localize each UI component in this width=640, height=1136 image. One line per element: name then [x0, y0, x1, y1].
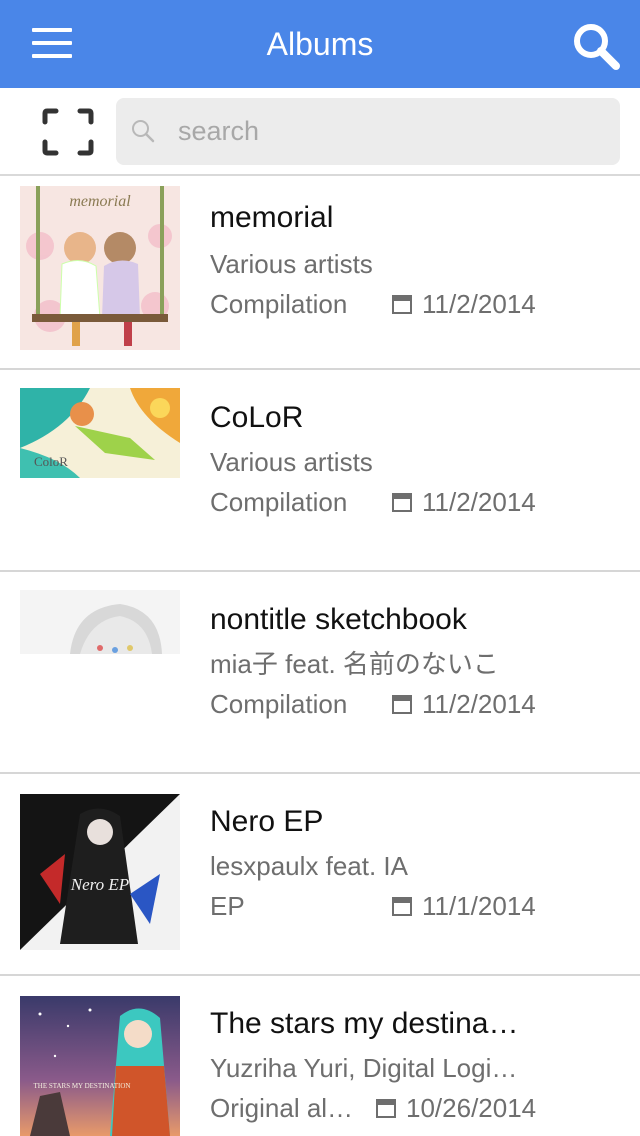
album-title: CoLoR: [210, 401, 304, 434]
album-row-the-stars-my-destination[interactable]: THE STARS MY DESTINATION The stars my de…: [0, 976, 640, 1136]
album-type: Compilation: [210, 487, 348, 517]
album-artist: Various artists: [210, 249, 373, 279]
album-cover-nero-ep: Nero EP: [20, 794, 180, 950]
search-input[interactable]: [178, 98, 598, 165]
album-type: Compilation: [210, 689, 348, 719]
album-artist: Various artists: [210, 447, 373, 477]
album-title: nontitle sketchbook: [210, 603, 467, 636]
album-date: 11/2/2014: [392, 688, 536, 720]
album-date-text: 11/2/2014: [422, 289, 536, 319]
cover-text: THE STARS MY DESTINATION: [34, 1082, 131, 1090]
search-icon[interactable]: [570, 20, 622, 72]
cover-text: Nero EP: [70, 875, 129, 894]
album-date: 11/1/2014: [392, 890, 536, 922]
album-type: Compilation: [210, 289, 348, 319]
scan-frame-icon[interactable]: [42, 108, 94, 156]
album-date: 10/26/2014: [376, 1092, 536, 1124]
search-bar: [0, 88, 640, 176]
album-row-memorial[interactable]: memorial memorial Various artists Compil…: [0, 176, 640, 370]
album-cover-memorial: memorial: [20, 186, 180, 350]
album-date-text: 11/2/2014: [422, 487, 536, 517]
album-cover-color: ColoR: [20, 388, 180, 478]
album-title: The stars my destina…: [210, 1007, 519, 1040]
calendar-icon: [392, 295, 412, 314]
navigation-bar: Albums: [0, 0, 640, 88]
search-field[interactable]: [116, 98, 620, 165]
calendar-icon: [392, 695, 412, 714]
album-type: Original al…: [210, 1093, 354, 1123]
album-list: memorial memorial Various artists Compil…: [0, 176, 640, 1136]
calendar-icon: [392, 493, 412, 512]
album-row-nontitle-sketchbook[interactable]: nontitle sketchbook mia子 feat. 名前のないこ Co…: [0, 572, 640, 774]
album-artist: lesxpaulx feat. IA: [210, 851, 408, 881]
album-row-nero-ep[interactable]: Nero EP Nero EP lesxpaulx feat. IA EP 11…: [0, 774, 640, 976]
album-date-text: 11/2/2014: [422, 689, 536, 719]
album-title: Nero EP: [210, 805, 324, 838]
album-artist: mia子 feat. 名前のないこ: [210, 649, 499, 679]
album-type: EP: [210, 891, 245, 921]
album-artist: Yuzriha Yuri, Digital Logi…: [210, 1053, 518, 1083]
album-title: memorial: [210, 201, 334, 234]
cover-text: ColoR: [34, 454, 68, 469]
album-date: 11/2/2014: [392, 288, 536, 320]
album-date: 11/2/2014: [392, 486, 536, 518]
album-date-text: 11/1/2014: [422, 891, 536, 921]
magnifier-icon: [132, 120, 155, 143]
album-date-text: 10/26/2014: [406, 1093, 537, 1123]
calendar-icon: [392, 897, 412, 916]
calendar-icon: [376, 1099, 396, 1118]
album-cover-nontitle-sketchbook: [20, 590, 180, 654]
page-title: Albums: [266, 26, 374, 62]
album-row-color[interactable]: ColoR CoLoR Various artists Compilation …: [0, 370, 640, 572]
cover-text: memorial: [69, 193, 131, 210]
album-cover-the-stars: THE STARS MY DESTINATION: [20, 996, 180, 1136]
